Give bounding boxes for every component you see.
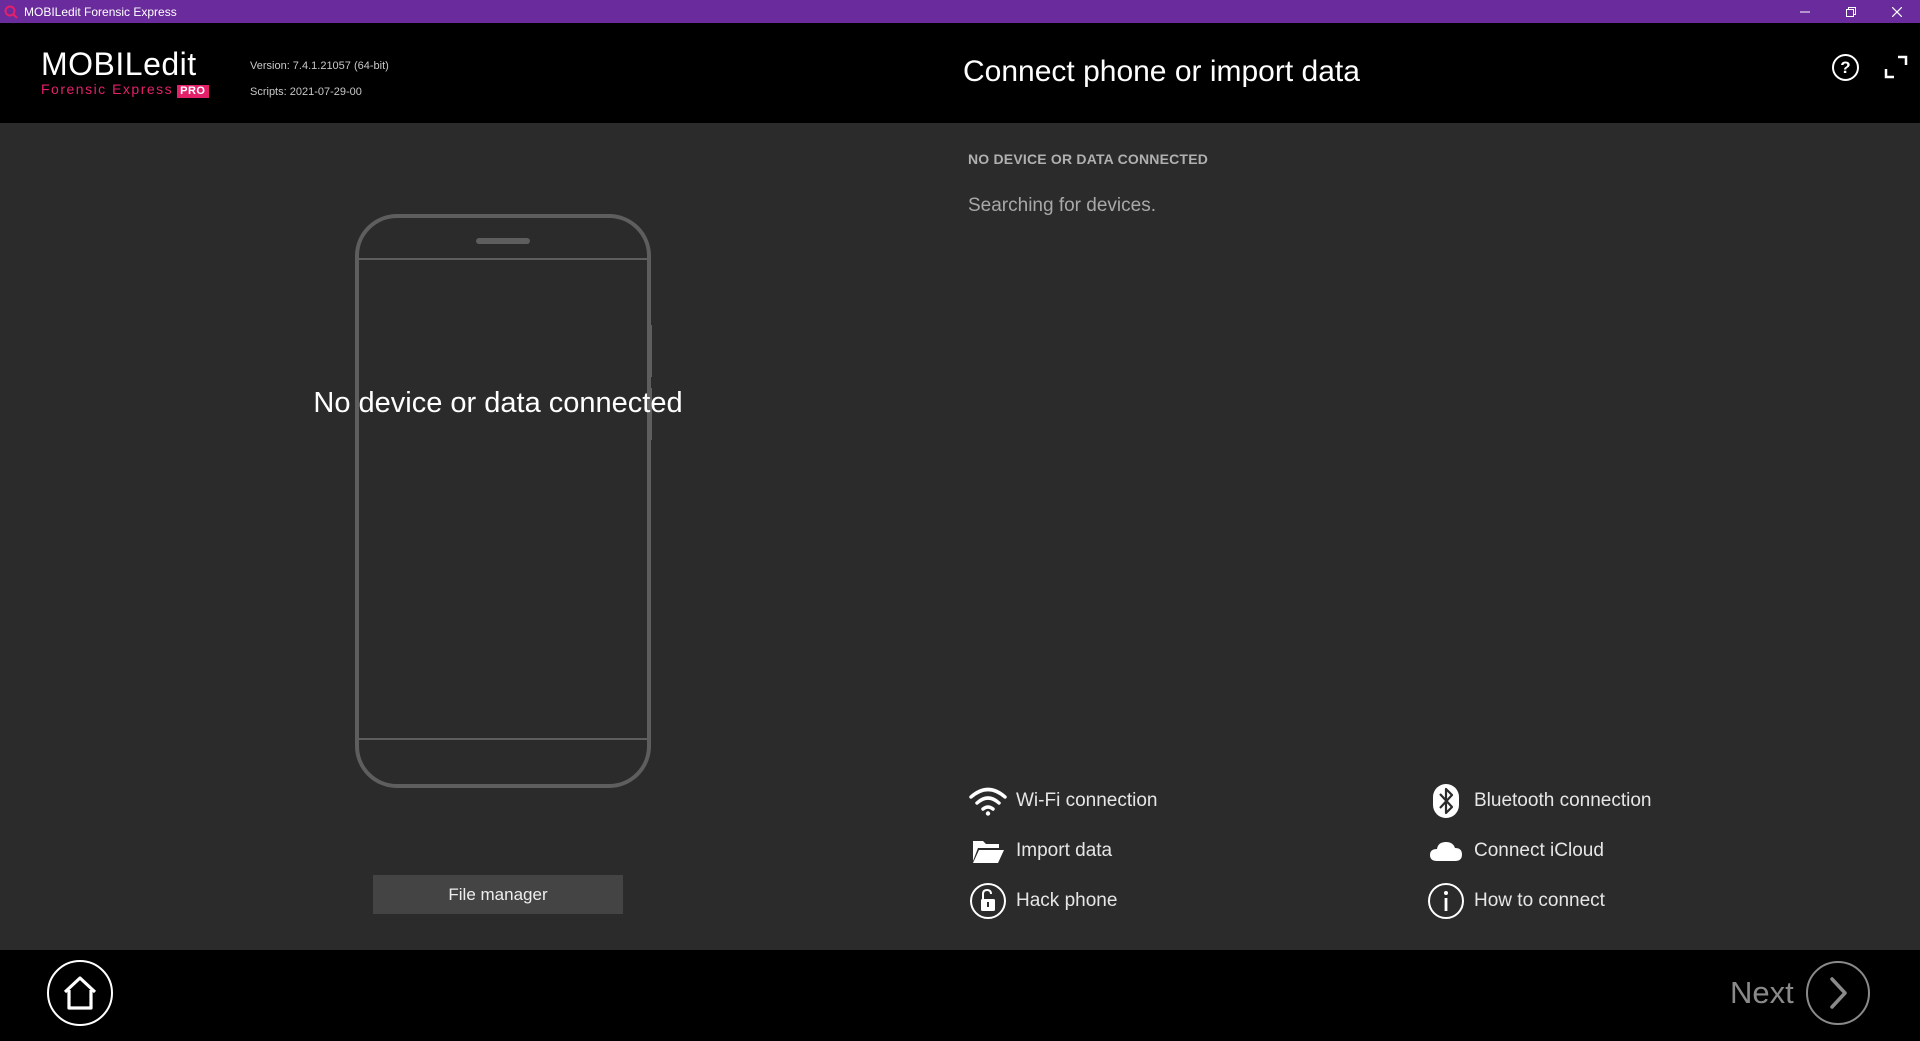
minimize-button[interactable] — [1782, 0, 1828, 23]
window-title: MOBILedit Forensic Express — [24, 4, 177, 19]
mobiledit-logo: MOBILedit Forensic Express PRO — [41, 47, 209, 98]
cloud-icon — [1426, 831, 1466, 871]
status-text: Searching for devices. — [968, 195, 1156, 216]
restore-icon — [1846, 6, 1856, 17]
import-data-label: Import data — [1016, 840, 1113, 861]
help-button[interactable]: ? — [1832, 54, 1859, 81]
hack-phone-option[interactable]: Hack phone — [968, 881, 1117, 921]
app-header: MOBILedit Forensic Express PRO Version: 7… — [0, 23, 1920, 123]
logo-subtitle: Forensic Express PRO — [41, 81, 209, 98]
connect-icloud-option[interactable]: Connect iCloud — [1426, 831, 1604, 871]
close-button[interactable] — [1874, 0, 1920, 23]
logo-brand: MOBILedit — [41, 46, 197, 82]
scripts-text: Scripts: 2021-07-29-00 — [250, 86, 362, 98]
restore-button[interactable] — [1828, 0, 1874, 23]
bluetooth-connection-label: Bluetooth connection — [1474, 790, 1652, 811]
bluetooth-connection-option[interactable]: Bluetooth connection — [1426, 781, 1651, 821]
wifi-connection-option[interactable]: Wi-Fi connection — [968, 781, 1158, 821]
bottom-bar: Next — [0, 950, 1920, 1041]
main-content: No device or data connected File manager… — [0, 123, 1920, 950]
version-text: Version: 7.4.1.21057 (64-bit) — [250, 60, 389, 72]
wifi-connection-label: Wi-Fi connection — [1016, 790, 1158, 811]
hack-phone-label: Hack phone — [1016, 890, 1118, 911]
folder-open-icon — [968, 831, 1008, 871]
phone-outline-icon — [355, 214, 652, 788]
version-info: Version: 7.4.1.21057 (64-bit) Scripts: 2… — [250, 53, 389, 105]
how-to-connect-label: How to connect — [1474, 890, 1605, 911]
home-icon — [63, 976, 97, 1010]
import-data-option[interactable]: Import data — [968, 831, 1112, 871]
connect-icloud-label: Connect iCloud — [1474, 840, 1604, 861]
next-circle — [1805, 961, 1870, 1025]
logo-subtitle-text: Forensic Express — [41, 81, 174, 97]
info-icon — [1426, 881, 1466, 921]
bluetooth-icon — [1426, 781, 1466, 821]
next-button[interactable]: Next — [1730, 960, 1870, 1026]
app-icon — [4, 5, 18, 19]
next-label: Next — [1730, 975, 1794, 1010]
connection-options: Wi-Fi connection Bluetooth connection Im… — [968, 781, 1728, 941]
close-icon — [1892, 6, 1902, 17]
window-titlebar: MOBILedit Forensic Express — [0, 0, 1920, 23]
chevron-right-icon — [1830, 977, 1847, 1009]
pro-badge: PRO — [177, 85, 209, 98]
wifi-icon — [968, 781, 1008, 821]
how-to-connect-option[interactable]: How to connect — [1426, 881, 1605, 921]
status-area: NO DEVICE OR DATA CONNECTED Searching fo… — [968, 151, 1208, 217]
no-device-message: No device or data connected — [313, 387, 683, 419]
page-title: Connect phone or import data — [963, 55, 1360, 88]
file-manager-button[interactable]: File manager — [373, 875, 623, 914]
unlock-icon — [968, 881, 1008, 921]
help-icon: ? — [1840, 57, 1851, 77]
home-button[interactable] — [47, 960, 113, 1026]
fullscreen-icon[interactable] — [1882, 53, 1910, 81]
minimize-icon — [1800, 11, 1810, 12]
status-heading: NO DEVICE OR DATA CONNECTED — [968, 151, 1209, 167]
window-controls — [1782, 0, 1920, 23]
phone-panel: No device or data connected File manager — [0, 123, 960, 950]
